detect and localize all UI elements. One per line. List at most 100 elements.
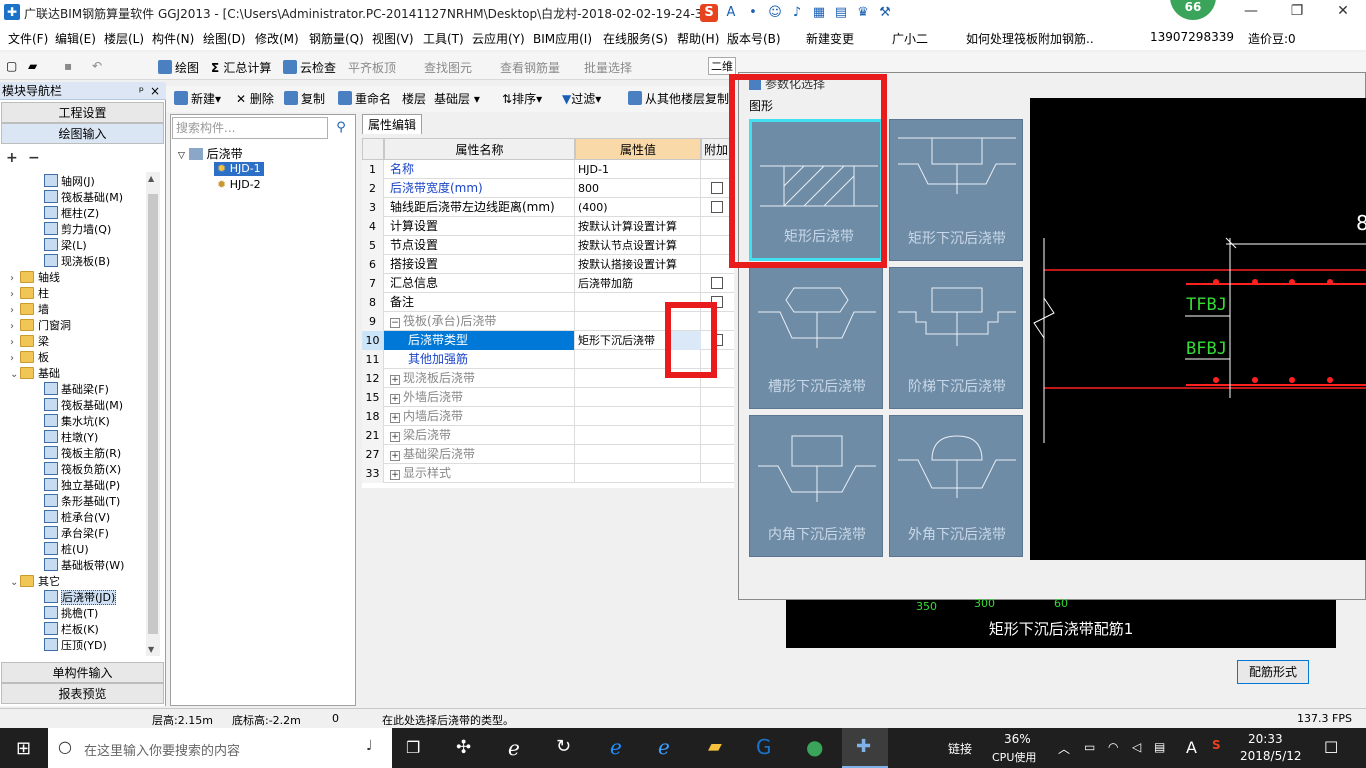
tree-item[interactable]: 后浇带(JD) <box>44 590 117 606</box>
additional-checkbox[interactable] <box>711 201 723 213</box>
rename-component-button[interactable]: 重命名 <box>338 90 391 107</box>
tree-folder[interactable]: › 柱 <box>10 286 49 302</box>
property-row[interactable]: 33 + 显示样式 <box>362 464 734 483</box>
menu-help-link[interactable]: 如何处理筏板附加钢筋.. <box>966 30 1094 47</box>
tree-root-post-pour-strip[interactable]: ▽ 后浇带 <box>178 145 243 162</box>
property-value[interactable] <box>575 426 701 445</box>
tree-item[interactable]: 基础板带(W) <box>44 558 124 574</box>
sogou-ime-icon[interactable]: S <box>700 4 718 22</box>
pin-icon[interactable]: ᵖ <box>139 82 144 100</box>
component-hjd-2[interactable]: ✹ HJD-2 <box>217 178 261 191</box>
summary-calc-button[interactable]: Σ 汇总计算 <box>211 59 271 76</box>
property-row[interactable]: 1 名称 HJD-1 <box>362 160 734 179</box>
save-icon[interactable]: ▪ <box>64 59 72 73</box>
tree-item[interactable]: 轴网(J) <box>44 174 95 190</box>
sort-button[interactable]: ⇅排序▾ <box>502 90 542 107</box>
menu-guangxiaoer[interactable]: 广小二 <box>892 30 928 47</box>
taskbar-link-label[interactable]: 链接 <box>948 740 972 757</box>
tree-folder[interactable]: › 墙 <box>10 302 49 318</box>
undo-icon[interactable]: ↶ <box>92 59 102 73</box>
ime-voice-icon[interactable]: ♪ <box>788 4 806 22</box>
tile-step-sunken[interactable]: 阶梯下沉后浇带 <box>889 267 1023 409</box>
expand-all-icon[interactable]: + <box>6 150 18 166</box>
drawing-input-button[interactable]: 绘图输入 <box>1 123 164 144</box>
property-value[interactable]: (400) <box>575 198 701 217</box>
windows-start-icon[interactable]: ⊞ <box>16 738 31 759</box>
green-app-icon[interactable]: ● <box>806 735 823 759</box>
menu-online[interactable]: 在线服务(S) <box>603 30 668 47</box>
draw-button[interactable]: 绘图 <box>158 59 199 76</box>
tree-item[interactable]: 基础梁(F) <box>44 382 109 398</box>
tree-item[interactable]: 压顶(YD) <box>44 638 107 654</box>
tree-folder[interactable]: ⌄ 其它 <box>10 574 60 590</box>
clock-time[interactable]: 20:33 <box>1248 732 1283 746</box>
cloud-check-button[interactable]: 云检查 <box>283 59 336 76</box>
tray-keyboard-icon[interactable]: ▤ <box>1154 740 1165 754</box>
property-row[interactable]: 4 计算设置 按默认计算设置计算 <box>362 217 734 236</box>
property-row[interactable]: 18 + 内墙后浇带 <box>362 407 734 426</box>
tree-expand-icon[interactable]: › <box>10 287 20 303</box>
open-file-icon[interactable]: ▰ <box>28 59 37 73</box>
menu-draw[interactable]: 绘图(D) <box>203 30 246 47</box>
tree-item[interactable]: 筏板基础(M) <box>44 190 123 206</box>
collapse-icon[interactable]: ▽ <box>178 151 185 161</box>
tile-slot-sunken[interactable]: 槽形下沉后浇带 <box>749 267 883 409</box>
tree-item[interactable]: 筏板基础(M) <box>44 398 123 414</box>
tray-sogou-icon[interactable]: S <box>1212 738 1221 752</box>
scroll-thumb[interactable] <box>148 194 158 634</box>
browser-e-icon[interactable]: ℯ <box>508 736 520 760</box>
tree-expand-icon[interactable]: › <box>10 271 20 287</box>
maximize-icon[interactable]: ❐ <box>1274 0 1320 24</box>
property-row[interactable]: 21 + 梁后浇带 <box>362 426 734 445</box>
new-file-icon[interactable]: ▢ <box>6 59 17 73</box>
menu-version[interactable]: 版本号(B) <box>727 30 781 47</box>
menu-modify[interactable]: 修改(M) <box>255 30 299 47</box>
tile-inner-angle-sunken[interactable]: 内角下沉后浇带 <box>749 415 883 557</box>
property-row[interactable]: 27 + 基础梁后浇带 <box>362 445 734 464</box>
app-swirl-icon[interactable]: ↻ <box>556 736 571 757</box>
property-row[interactable]: 3 轴线距后浇带左边线距离(mm) (400) <box>362 198 734 217</box>
property-value[interactable] <box>575 388 701 407</box>
tray-volume-icon[interactable]: ◁ <box>1132 740 1141 754</box>
property-value[interactable]: HJD-1 <box>575 160 701 179</box>
menu-edit[interactable]: 编辑(E) <box>55 30 96 47</box>
tile-rect-sunken[interactable]: 矩形下沉后浇带 <box>889 119 1023 261</box>
ime-keyboard-icon[interactable]: ▦ <box>810 4 828 22</box>
tree-item[interactable]: 框柱(Z) <box>44 206 99 222</box>
tree-folder[interactable]: › 轴线 <box>10 270 60 286</box>
project-settings-button[interactable]: 工程设置 <box>1 102 164 123</box>
tree-folder[interactable]: › 梁 <box>10 334 49 350</box>
ime-tools-icon[interactable]: ▤ <box>832 4 850 22</box>
tree-item[interactable]: 桩承台(V) <box>44 510 110 526</box>
row-expand-icon[interactable]: + <box>390 413 400 423</box>
tile-outer-angle-sunken[interactable]: 外角下沉后浇带 <box>889 415 1023 557</box>
tree-expand-icon[interactable]: › <box>10 319 20 335</box>
filter-button[interactable]: ▼过滤▾ <box>562 90 601 107</box>
tray-chevron-icon[interactable]: ︿ <box>1058 740 1070 757</box>
ime-skin-icon[interactable]: ♛ <box>854 4 872 22</box>
property-value[interactable] <box>575 445 701 464</box>
view-rebar-button[interactable]: 查看钢筋量 <box>500 59 560 76</box>
edge-icon[interactable]: ℯ <box>610 735 622 759</box>
new-component-button[interactable]: 新建▾ <box>174 90 221 107</box>
row-expand-icon[interactable]: + <box>390 394 400 404</box>
close-icon[interactable]: ✕ <box>1320 0 1366 24</box>
align-slab-top-button[interactable]: 平齐板顶 <box>348 59 396 76</box>
tab-property-edit[interactable]: 属性编辑 <box>362 114 422 134</box>
ime-emoji-icon[interactable]: ☺ <box>766 4 784 22</box>
menu-account[interactable]: 13907298339 <box>1150 30 1234 44</box>
tree-item[interactable]: 集水坑(K) <box>44 414 110 430</box>
tree-item[interactable]: 柱墩(Y) <box>44 430 98 446</box>
tray-network-icon[interactable]: ▭ <box>1084 740 1095 754</box>
menu-new-change[interactable]: 新建变更 <box>806 30 854 47</box>
menu-help[interactable]: 帮助(H) <box>677 30 719 47</box>
menu-floor[interactable]: 楼层(L) <box>104 30 144 47</box>
find-element-button[interactable]: 查找图元 <box>424 59 472 76</box>
tree-item[interactable]: 筏板负筋(X) <box>44 462 121 478</box>
menu-tools[interactable]: 工具(T) <box>423 30 464 47</box>
tree-folder[interactable]: ⌄ 基础 <box>10 366 60 382</box>
floor-select[interactable]: 基础层 ▾ <box>434 90 480 107</box>
tree-item[interactable]: 承台梁(F) <box>44 526 109 542</box>
tree-expand-icon[interactable]: ⌄ <box>10 575 20 591</box>
clock-date[interactable]: 2018/5/12 <box>1240 749 1302 763</box>
